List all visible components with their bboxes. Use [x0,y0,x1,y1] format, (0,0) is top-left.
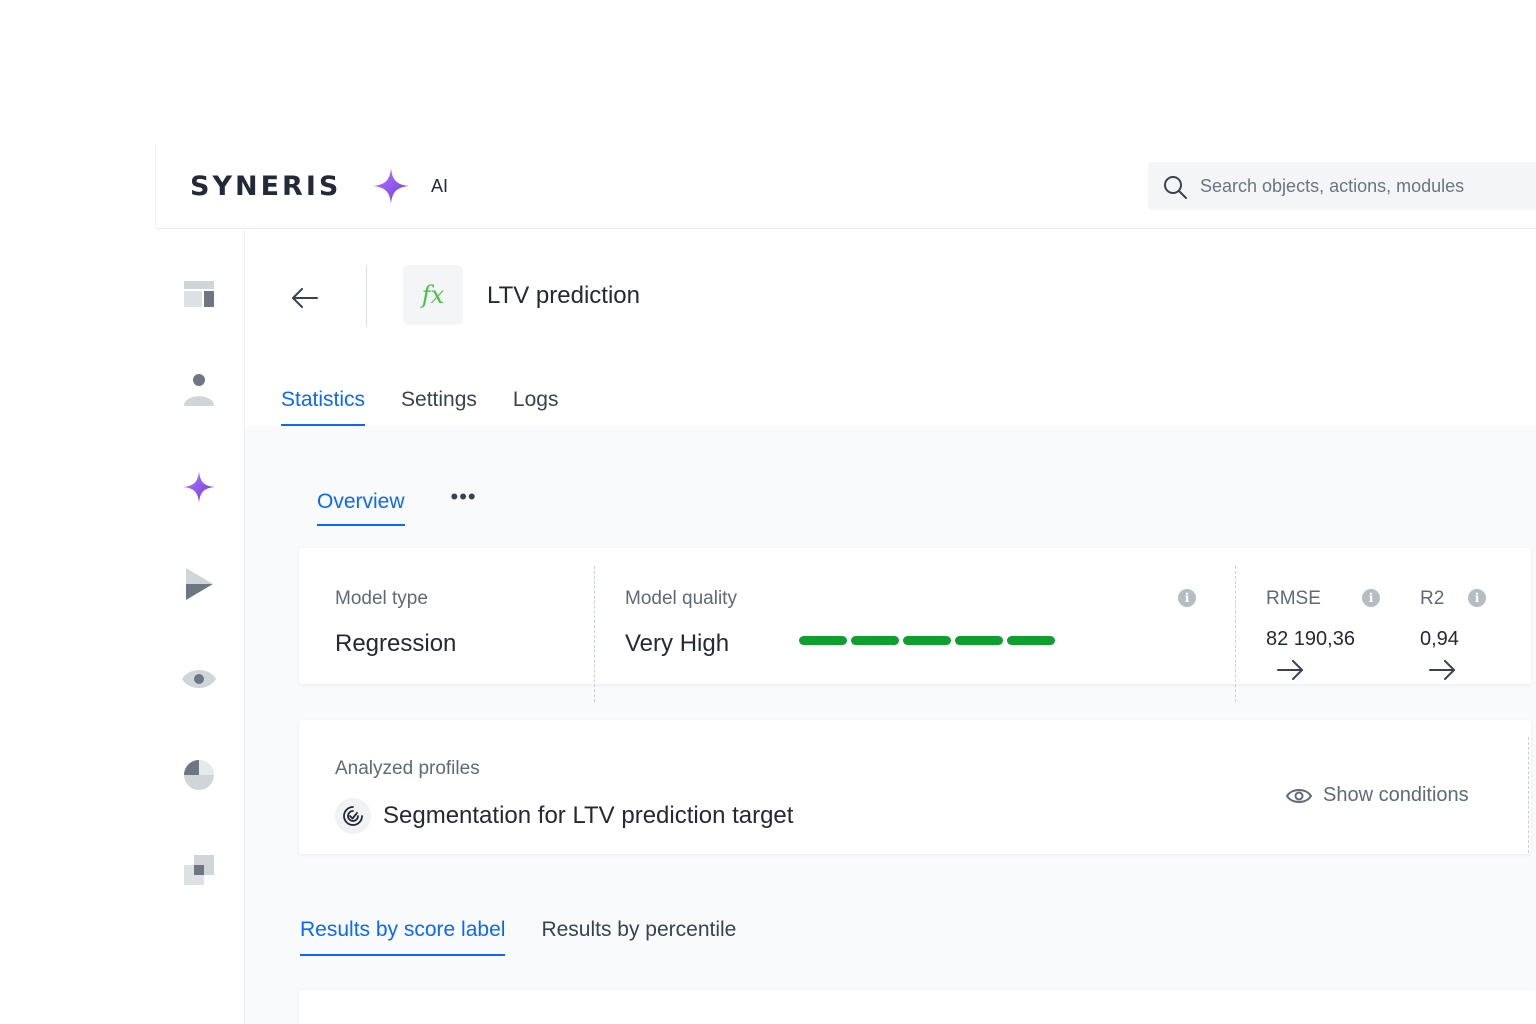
model-type-label: Model type [335,588,428,609]
quality-segment [851,636,899,645]
analytics-pie-icon [184,760,214,790]
more-options-button[interactable]: ••• [451,484,477,510]
r2-value: 0,94 [1420,628,1459,650]
rmse-info-icon[interactable]: i [1362,589,1380,607]
ai-label[interactable]: AI [431,176,448,197]
analyzed-profiles-card: Analyzed profiles Segmentation for LTV p… [299,720,1531,854]
r2-label: R2 [1420,588,1445,609]
back-button[interactable] [285,278,325,318]
tab-logs[interactable]: Logs [513,388,559,426]
rmse-value: 82 190,36 [1266,628,1355,650]
tab-results-by-percentile[interactable]: Results by percentile [541,918,736,956]
analyzed-profiles-label: Analyzed profiles [335,758,480,779]
header-divider [366,266,367,326]
column-divider [594,566,595,702]
arrow-left-icon [292,288,318,308]
rmse-arrow-right-icon[interactable] [1276,660,1306,680]
sidebar [155,230,245,1024]
sidebar-item-assets[interactable] [179,850,219,890]
app-window: SYNERISE AI [155,143,1536,1024]
sidebar-item-experience[interactable] [179,659,219,699]
sidebar-item-automation[interactable] [179,564,219,604]
rmse-label: RMSE [1266,588,1321,609]
results-tabs: Results by score label Results by percen… [300,918,772,956]
function-fx-icon: fx [421,281,445,309]
eye-icon [182,670,216,688]
main-content: fx LTV prediction Statistics Settings Lo… [245,230,1536,1024]
column-divider [1235,566,1236,702]
quality-segment [903,636,951,645]
results-card [299,990,1536,1024]
segmentation-icon [335,798,371,834]
svg-text:SYNERISE: SYNERISE [190,171,340,201]
model-stats-card: Model type Regression Model quality i Ve… [299,548,1531,702]
show-conditions-label: Show conditions [1323,784,1469,806]
automation-play-icon [186,568,213,600]
tab-settings[interactable]: Settings [401,388,477,426]
quality-segment [955,636,1003,645]
top-bar: SYNERISE AI [155,143,1536,229]
sub-tabs: Overview ••• [317,484,477,526]
assets-icon [184,855,214,885]
main-tabs: Statistics Settings Logs [281,388,594,426]
synerise-logo[interactable]: SYNERISE [190,171,360,208]
segment-name[interactable]: Segmentation for LTV prediction target [383,802,793,830]
subtab-overview[interactable]: Overview [317,490,405,526]
global-search[interactable] [1148,162,1536,210]
page-title: LTV prediction [487,282,640,309]
tab-results-by-score-label[interactable]: Results by score label [300,918,506,956]
quality-segment [799,636,847,645]
eye-icon [1285,788,1313,803]
sidebar-item-dashboard[interactable] [179,274,219,314]
model-quality-bar [799,636,1055,645]
synerise-logo-mark: SYNERISE [190,171,360,202]
quality-segment [1007,636,1055,645]
function-icon-box: fx [403,265,463,325]
sidebar-item-analytics[interactable] [179,755,219,795]
model-type-value: Regression [335,630,457,657]
r2-info-icon[interactable]: i [1468,589,1486,607]
sidebar-item-profiles[interactable] [179,370,219,410]
tab-statistics[interactable]: Statistics [281,388,366,426]
search-icon [1164,176,1187,199]
r2-arrow-right-icon[interactable] [1428,660,1458,680]
search-input[interactable] [1200,162,1530,210]
profile-icon [184,374,214,406]
ai-star-icon [183,471,215,503]
page-header: fx LTV prediction Statistics Settings Lo… [245,230,1536,426]
sidebar-item-ai[interactable] [179,467,219,507]
ai-star-icon [373,168,409,204]
model-quality-info-icon[interactable]: i [1178,589,1196,607]
model-quality-label: Model quality [625,588,737,609]
dashboard-icon [184,281,214,307]
show-conditions-button[interactable]: Show conditions [1285,784,1469,807]
column-divider [1528,737,1529,853]
model-quality-value: Very High [625,630,730,657]
